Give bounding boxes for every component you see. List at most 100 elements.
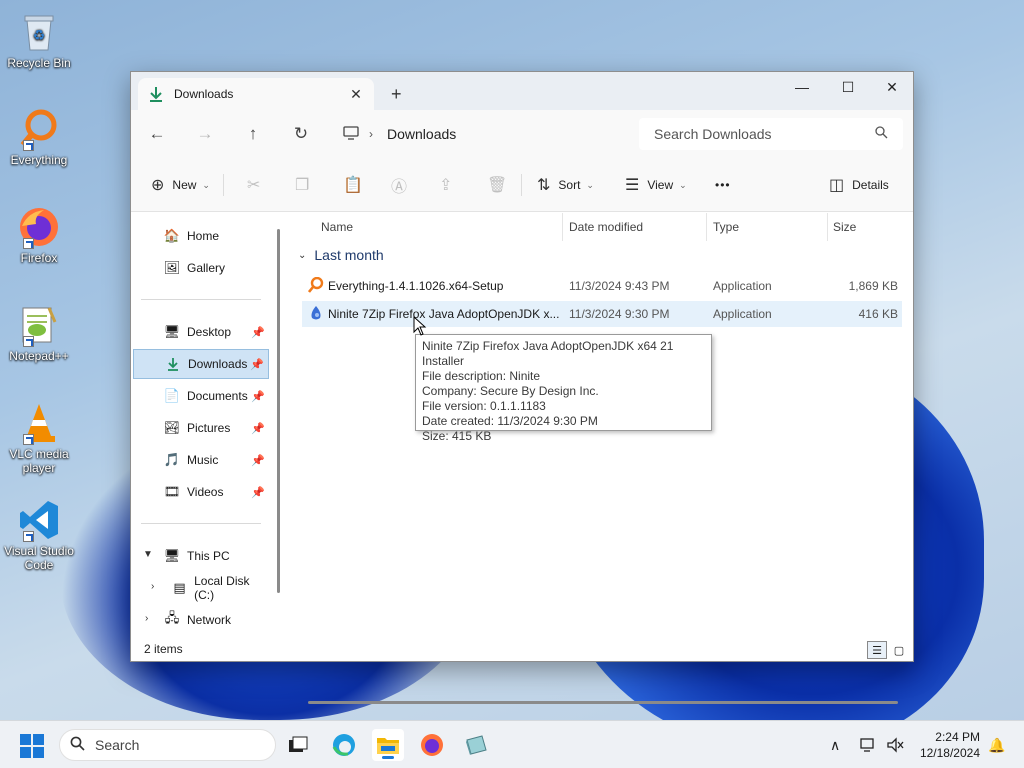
- tooltip-line: Date created: 11/3/2024 9:30 PM: [422, 414, 598, 428]
- new-button[interactable]: ⊕ New ⌄: [151, 158, 210, 212]
- pin-icon[interactable]: 📌: [251, 486, 265, 499]
- refresh-button[interactable]: ↻: [277, 124, 325, 144]
- rename-button[interactable]: Ⓐ: [391, 158, 407, 212]
- volume-button[interactable]: [886, 721, 904, 768]
- pin-icon[interactable]: 📌: [251, 454, 265, 467]
- tooltip-line: File description: Ninite: [422, 369, 541, 383]
- minimize-button[interactable]: —: [779, 72, 825, 102]
- desktop-icon-firefox[interactable]: Firefox: [4, 205, 74, 265]
- breadcrumb[interactable]: › Downloads: [333, 118, 629, 150]
- gallery-icon: 🖼: [163, 260, 181, 275]
- group-header[interactable]: ⌄ Last month: [298, 247, 384, 263]
- file-type: Application: [713, 307, 772, 321]
- pin-icon[interactable]: 📌: [251, 326, 265, 339]
- sidebar-item-label: Downloads: [188, 357, 248, 371]
- details-button[interactable]: ◫ Details: [829, 158, 889, 212]
- network-status-button[interactable]: [860, 721, 878, 768]
- start-button[interactable]: [20, 734, 44, 758]
- column-header-name[interactable]: Name: [321, 213, 353, 241]
- taskbar-app[interactable]: [460, 729, 492, 761]
- horizontal-scrollbar[interactable]: [308, 701, 898, 704]
- sidebar-item-downloads[interactable]: Downloads 📌: [133, 349, 269, 379]
- desktop-icon-everything[interactable]: Everything: [4, 107, 74, 167]
- show-hidden-icons-button[interactable]: ∧: [830, 721, 840, 768]
- taskbar-search[interactable]: Search: [59, 729, 276, 761]
- taskbar-search-label: Search: [95, 737, 140, 753]
- sidebar-item-local-disk[interactable]: ▤ Local Disk (C:): [133, 573, 269, 603]
- navigation-pane: 🏠 Home 🖼 Gallery 🖥 Desktop 📌 Downloads 📌: [131, 213, 281, 637]
- tab-downloads[interactable]: Downloads ✕: [138, 78, 374, 110]
- taskbar-file-explorer[interactable]: [372, 729, 404, 761]
- forward-button[interactable]: →: [181, 124, 229, 144]
- column-header-date[interactable]: Date modified: [569, 213, 643, 241]
- back-button[interactable]: ←: [133, 124, 181, 144]
- shortcut-arrow-icon: [23, 531, 34, 542]
- column-header-size[interactable]: Size: [833, 213, 856, 241]
- item-count: 2 items: [144, 642, 183, 656]
- sidebar-item-label: Videos: [187, 485, 224, 499]
- details-pane-icon: ◫: [829, 177, 845, 194]
- sidebar-item-videos[interactable]: 🎞 Videos 📌: [133, 477, 269, 507]
- cut-button[interactable]: ✂: [247, 158, 260, 212]
- pin-icon[interactable]: 📌: [251, 422, 265, 435]
- sidebar-item-music[interactable]: 🎵 Music 📌: [133, 445, 269, 475]
- taskbar-edge[interactable]: [328, 729, 360, 761]
- search-input[interactable]: Search Downloads: [654, 126, 875, 142]
- search-icon: [875, 126, 903, 142]
- file-date: 11/3/2024 9:30 PM: [569, 307, 670, 321]
- drive-icon: ▤: [173, 580, 186, 595]
- share-button[interactable]: ⇪: [439, 158, 452, 212]
- sidebar-item-pictures[interactable]: 🏞 Pictures 📌: [133, 413, 269, 443]
- sidebar-item-gallery[interactable]: 🖼 Gallery: [133, 253, 269, 283]
- column-header-type[interactable]: Type: [713, 213, 739, 241]
- pin-icon[interactable]: 📌: [250, 358, 264, 371]
- pin-icon[interactable]: 📌: [251, 390, 265, 403]
- taskbar-clock[interactable]: 2:24 PM 12/18/2024: [920, 729, 980, 761]
- delete-button[interactable]: 🗑: [487, 158, 507, 212]
- more-options-button[interactable]: •••: [715, 158, 731, 212]
- edge-icon: [332, 734, 355, 756]
- tab-close-icon[interactable]: ✕: [346, 86, 366, 103]
- breadcrumb-location[interactable]: Downloads: [387, 126, 456, 142]
- shortcut-arrow-icon: [23, 238, 34, 249]
- table-row[interactable]: Everything-1.4.1.1026.x64-Setup 11/3/202…: [302, 273, 902, 299]
- everything-icon: [17, 107, 61, 151]
- plus-circle-icon: ⊕: [151, 177, 165, 194]
- sidebar-item-network[interactable]: 🖧 Network: [133, 605, 269, 635]
- task-view-button[interactable]: [282, 729, 314, 761]
- table-row[interactable]: Ninite 7Zip Firefox Java AdoptOpenJDK x.…: [302, 301, 902, 327]
- mouse-cursor-icon: [413, 316, 427, 336]
- download-icon: [148, 86, 164, 102]
- desktop-icon-recycle-bin[interactable]: ♻ Recycle Bin: [4, 10, 74, 70]
- chevron-up-icon: ∧: [830, 736, 841, 753]
- bell-icon: 🔔: [988, 736, 1006, 753]
- sidebar-item-this-pc[interactable]: 🖥 This PC: [133, 541, 269, 571]
- view-button[interactable]: ☰ View ⌄: [625, 158, 687, 212]
- details-view-button[interactable]: ☰: [867, 641, 887, 659]
- tiles-view-button[interactable]: ▢: [889, 641, 909, 659]
- new-tab-icon[interactable]: +: [391, 84, 402, 105]
- copy-button[interactable]: ❐: [295, 158, 309, 212]
- maximize-button[interactable]: ☐: [825, 72, 871, 102]
- details-button-label: Details: [852, 178, 889, 192]
- sidebar-item-home[interactable]: 🏠 Home: [133, 221, 269, 251]
- up-button[interactable]: ↑: [229, 124, 277, 144]
- new-button-label: New: [172, 178, 197, 192]
- taskbar-firefox[interactable]: [416, 729, 448, 761]
- sidebar-item-desktop[interactable]: 🖥 Desktop 📌: [133, 317, 269, 347]
- close-button[interactable]: ✕: [869, 72, 915, 102]
- sort-button[interactable]: ⇅ Sort ⌄: [537, 158, 594, 212]
- desktop-icon-vlc[interactable]: VLC media player: [4, 401, 74, 475]
- windows-logo-icon: [33, 734, 44, 745]
- desktop-icon-vscode[interactable]: Visual Studio Code: [4, 498, 74, 572]
- sidebar-item-documents[interactable]: 📄 Documents 📌: [133, 381, 269, 411]
- folder-icon: [377, 738, 399, 754]
- desktop-icon-notepadpp[interactable]: Notepad++: [4, 303, 74, 363]
- notifications-button[interactable]: 🔔: [988, 721, 1005, 768]
- paste-button[interactable]: 📋: [343, 158, 363, 212]
- tooltip-line: Ninite 7Zip Firefox Java AdoptOpenJDK x6…: [422, 339, 674, 368]
- videos-icon: 🎞: [163, 484, 181, 499]
- sidebar-scrollbar[interactable]: [277, 229, 280, 593]
- everything-app-icon: [307, 276, 324, 293]
- search-box[interactable]: Search Downloads: [639, 118, 903, 150]
